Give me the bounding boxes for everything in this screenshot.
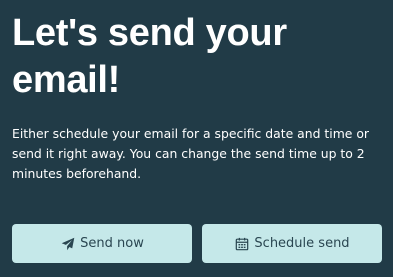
schedule-send-label: Schedule send	[254, 236, 350, 251]
send-now-label: Send now	[80, 236, 144, 251]
schedule-send-button[interactable]: Schedule send	[202, 224, 382, 263]
page-title: Let's send your email!	[12, 12, 287, 101]
paper-plane-icon	[60, 236, 75, 251]
page-description: Either schedule your email for a specifi…	[12, 126, 370, 181]
send-now-button[interactable]: Send now	[12, 224, 192, 263]
send-email-panel: Let's send your email! Either schedule y…	[0, 0, 393, 277]
calendar-icon	[234, 236, 249, 251]
